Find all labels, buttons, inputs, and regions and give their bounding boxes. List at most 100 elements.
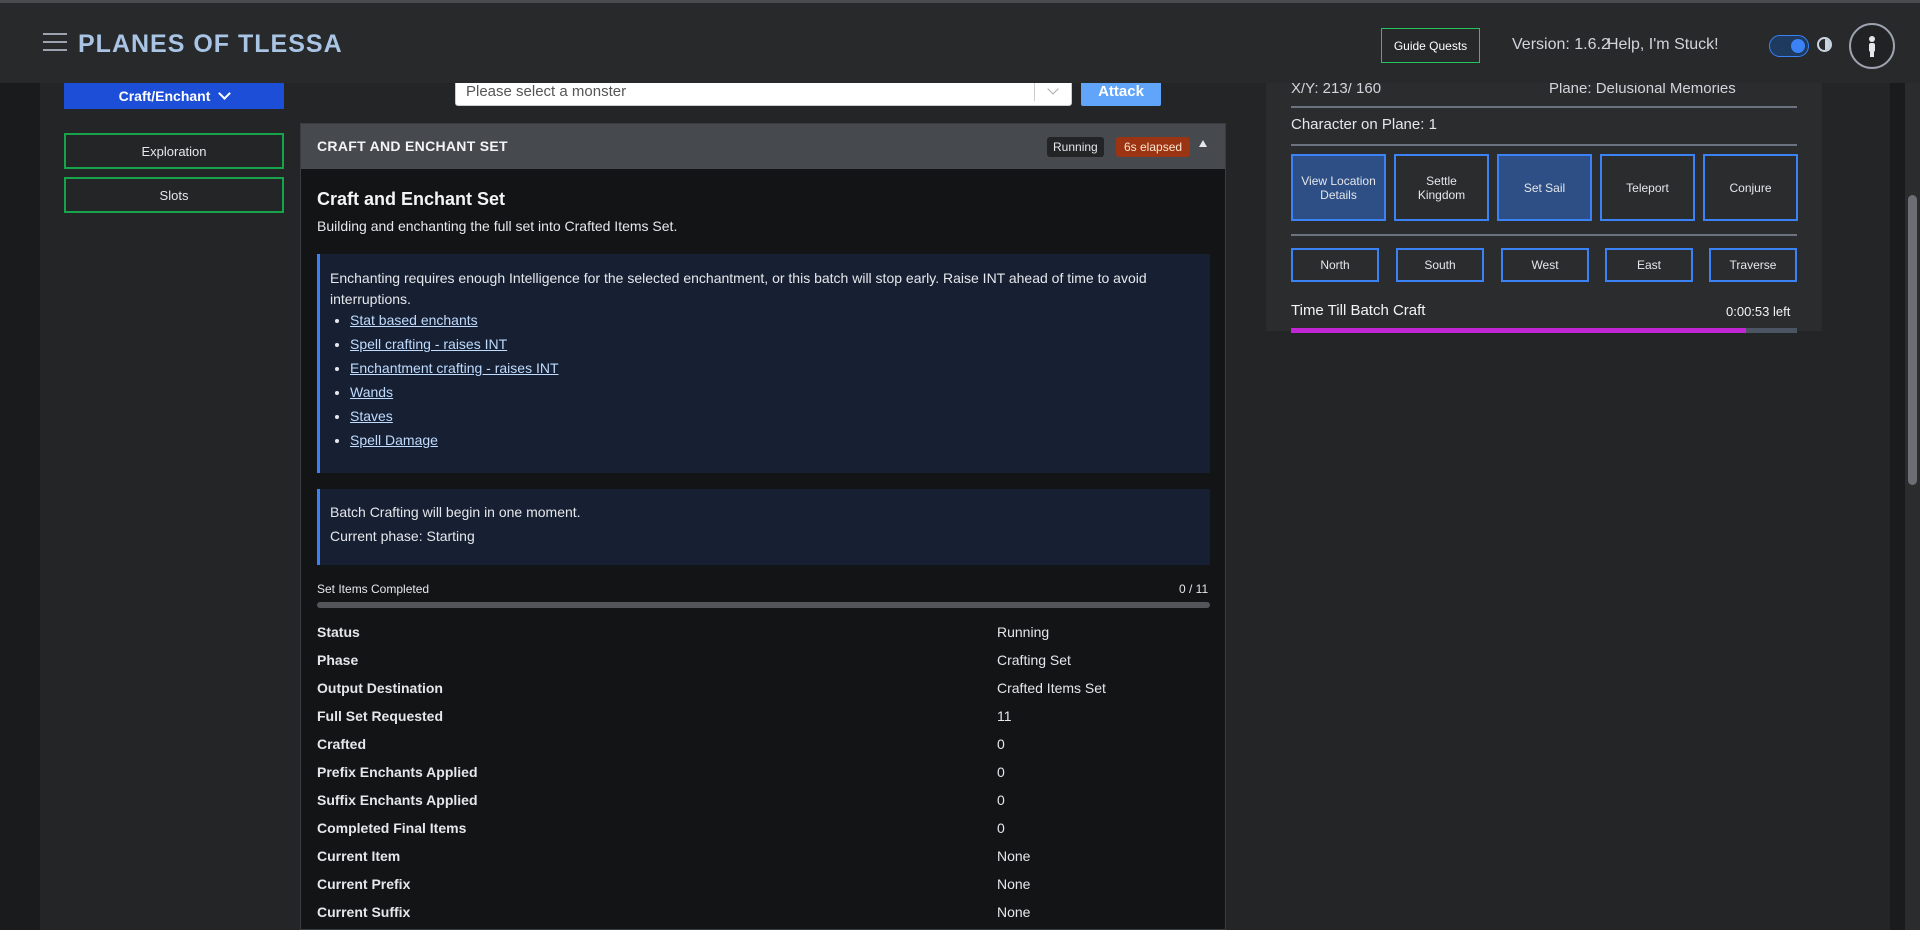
north-button[interactable]: North (1291, 248, 1379, 282)
stat-row: Suffix Enchants Applied 0 (317, 792, 1210, 820)
theme-toggle[interactable] (1769, 35, 1809, 57)
map-actions-panel: X/Y: 213/ 160 Plane: Delusional Memories… (1266, 80, 1822, 333)
stat-key: Phase (317, 652, 359, 668)
int-notice-box: Enchanting requires enough Intelligence … (317, 254, 1210, 473)
help-link-enchantment-crafting[interactable]: Enchantment crafting - raises INT (350, 360, 559, 376)
list-item: Spell Damage (350, 432, 559, 456)
set-sail-button[interactable]: Set Sail (1497, 154, 1592, 221)
stat-value: None (997, 904, 1031, 920)
help-link-stat-enchants[interactable]: Stat based enchants (350, 312, 478, 328)
scrollbar-thumb[interactable] (1908, 195, 1917, 485)
stat-row: Phase Crafting Set (317, 652, 1210, 680)
stat-row: Current Suffix None (317, 904, 1210, 930)
select-separator (1034, 83, 1035, 101)
stat-value: 0 (997, 792, 1005, 808)
stat-key: Output Destination (317, 680, 443, 696)
page-gutter-left (0, 83, 40, 930)
east-button[interactable]: East (1605, 248, 1693, 282)
running-badge: Running (1047, 137, 1104, 157)
contrast-icon (1817, 37, 1832, 52)
stat-value: Running (997, 624, 1050, 640)
toggle-knob (1791, 39, 1805, 53)
help-link-staves[interactable]: Staves (350, 408, 393, 424)
teleport-button[interactable]: Teleport (1600, 154, 1695, 221)
west-button[interactable]: West (1501, 248, 1589, 282)
guide-quests-button[interactable]: Guide Quests (1381, 28, 1480, 63)
stat-row: Current Item None (317, 848, 1210, 876)
stat-value: 11 (997, 708, 1012, 724)
craft-enchant-button[interactable]: Craft/Enchant (64, 83, 284, 109)
divider (1291, 106, 1797, 108)
set-progress-bar (317, 602, 1210, 608)
batch-message: Batch Crafting will begin in one moment. (330, 504, 581, 520)
panel-header-title: CRAFT AND ENCHANT SET (317, 138, 508, 154)
stat-key: Crafted (317, 736, 367, 752)
stat-row: Output Destination Crafted Items Set (317, 680, 1210, 708)
int-notice-text: Enchanting requires enough Intelligence … (330, 270, 1147, 307)
list-item: Enchantment crafting - raises INT (350, 360, 559, 384)
traverse-button[interactable]: Traverse (1709, 248, 1797, 282)
exploration-button[interactable]: Exploration (64, 133, 284, 169)
conjure-button[interactable]: Conjure (1703, 154, 1798, 221)
panel-header[interactable]: CRAFT AND ENCHANT SET Running 6s elapsed (301, 124, 1225, 169)
stat-row: Current Prefix None (317, 876, 1210, 904)
stat-key: Prefix Enchants Applied (317, 764, 478, 780)
help-link-spell-damage[interactable]: Spell Damage (350, 432, 438, 448)
stat-key: Suffix Enchants Applied (317, 792, 478, 808)
stat-row: Prefix Enchants Applied 0 (317, 764, 1210, 792)
avatar[interactable] (1849, 23, 1895, 69)
stat-key: Current Item (317, 848, 401, 864)
menu-icon[interactable] (43, 33, 67, 51)
batch-timer-label: Time Till Batch Craft (1291, 302, 1426, 319)
list-item: Spell crafting - raises INT (350, 336, 559, 360)
stat-value: None (997, 848, 1031, 864)
character-on-plane: Character on Plane: 1 (1291, 116, 1437, 133)
panel-title: Craft and Enchant Set (317, 189, 506, 209)
help-link-wands[interactable]: Wands (350, 384, 393, 400)
divider (1291, 144, 1797, 146)
stat-row: Completed Final Items 0 (317, 820, 1210, 848)
help-link-spell-crafting[interactable]: Spell crafting - raises INT (350, 336, 507, 352)
divider (1291, 234, 1797, 236)
stat-row: Full Set Requested 11 (317, 708, 1210, 736)
stat-key: Current Suffix (317, 904, 411, 920)
help-links-list: Stat based enchants Spell crafting - rai… (350, 312, 559, 456)
elapsed-badge: 6s elapsed (1116, 137, 1191, 157)
help-link[interactable]: Help, I'm Stuck! (1607, 36, 1719, 54)
page-gutter-right (1890, 83, 1905, 930)
stat-key: Completed Final Items (317, 820, 467, 836)
progress-count: 0 / 11 (1179, 582, 1209, 596)
stat-row: Crafted 0 (317, 736, 1210, 764)
stat-key: Full Set Requested (317, 708, 444, 724)
phase-message: Current phase: Starting (330, 528, 475, 544)
brand-title[interactable]: PLANES OF TLESSA (78, 30, 343, 59)
stat-value: Crafting Set (997, 652, 1071, 668)
stat-row: Status Running (317, 624, 1210, 652)
panel-subtitle: Building and enchanting the full set int… (317, 218, 678, 234)
monster-select-placeholder: Please select a monster (466, 83, 627, 100)
batch-status-box: Batch Crafting will begin in one moment.… (317, 489, 1210, 565)
version-link[interactable]: Version: 1.6.2 (1512, 36, 1610, 54)
chevron-down-icon (218, 87, 232, 100)
view-location-details-button[interactable]: View Location Details (1291, 154, 1386, 221)
batch-timer-fill (1291, 328, 1747, 333)
stat-key: Current Prefix (317, 876, 411, 892)
collapse-up-icon[interactable] (1199, 140, 1207, 147)
person-icon (1869, 36, 1875, 57)
settle-kingdom-button[interactable]: Settle Kingdom (1394, 154, 1489, 221)
stat-value: 0 (997, 764, 1005, 780)
south-button[interactable]: South (1396, 248, 1484, 282)
top-navbar: PLANES OF TLESSA Guide Quests Version: 1… (0, 0, 1920, 83)
list-item: Staves (350, 408, 559, 432)
stat-value: 0 (997, 820, 1005, 836)
stat-value: 0 (997, 736, 1005, 752)
craft-enchant-label: Craft/Enchant (118, 88, 211, 104)
stat-value: Crafted Items Set (997, 680, 1106, 696)
batch-timer-value: 0:00:53 left (1726, 304, 1791, 319)
list-item: Stat based enchants (350, 312, 559, 336)
stat-value: None (997, 876, 1031, 892)
stat-key: Status (317, 624, 360, 640)
progress-label: Set Items Completed (317, 582, 430, 596)
slots-button[interactable]: Slots (64, 177, 284, 213)
chevron-down-icon (1047, 83, 1059, 95)
